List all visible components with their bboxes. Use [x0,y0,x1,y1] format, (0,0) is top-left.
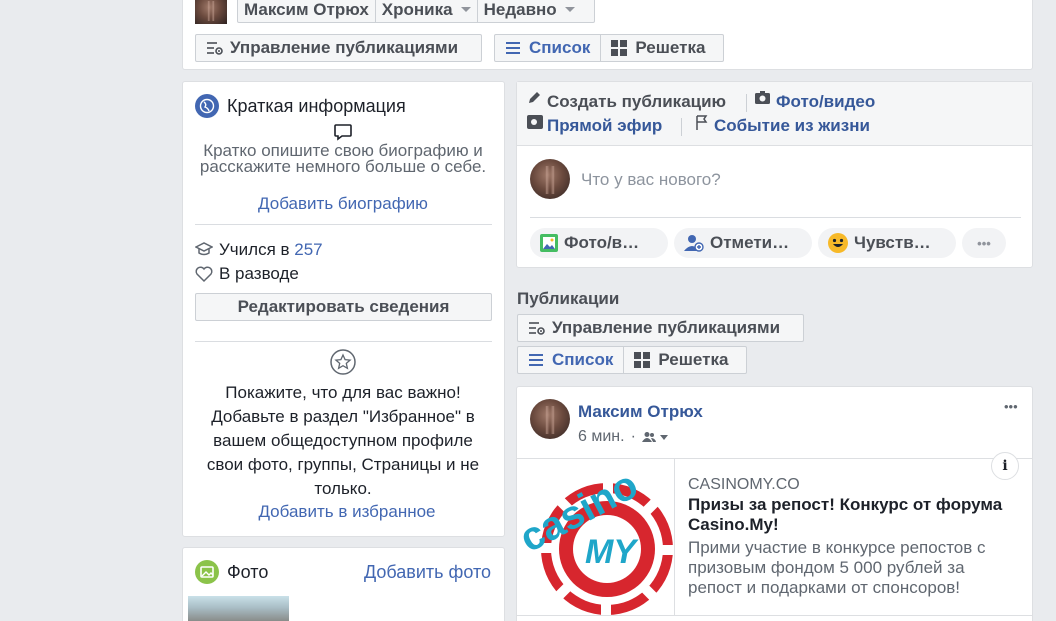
header-controls: Максим Отрюх Хроника Недавно [237,0,595,23]
photo-video-pill-label: Фото/в… [564,233,640,252]
grid-icon [634,352,651,368]
post-author-avatar[interactable] [530,399,570,439]
posts-heading: Публикации [517,289,620,308]
tag-friends-pill-label: Отмети… [710,233,790,252]
header-avatar[interactable] [195,0,227,24]
manage-posts-label: Управление публикациями [552,318,781,337]
more-icon: ••• [977,235,991,251]
flag-icon [695,115,709,130]
post-options-button[interactable]: ••• [1004,399,1018,414]
star-icon [330,349,356,375]
life-event-tab[interactable]: Событие из жизни [714,116,870,136]
photos-title: Фото [227,562,269,582]
intro-title: Краткая информация [227,96,406,116]
manage-settings-icon [528,320,546,336]
photo-video-tab[interactable]: Фото/видео [776,92,875,112]
timeline-dropdown[interactable]: Хроника [376,0,478,22]
grid-label: Решетка [635,38,706,57]
separator [746,94,747,112]
link-preview-image[interactable]: casino MY [517,459,675,615]
divider [530,217,1021,218]
add-featured-link[interactable]: Добавить в избранное [192,502,502,522]
education-row: Учился в 257 [219,240,323,260]
list-label: Список [529,38,591,57]
smiley-icon [828,233,848,253]
list-icon [505,41,521,55]
list-view-button[interactable]: Список [518,347,625,373]
grid-view-button[interactable]: Решетка [624,347,738,373]
create-post-tab[interactable]: Создать публикацию [547,92,726,112]
manage-posts-label: Управление публикациями [230,38,459,57]
info-icon: i [1002,458,1008,474]
pencil-icon [527,91,541,105]
edit-details-label: Редактировать сведения [237,297,450,316]
heart-icon [195,265,213,283]
chevron-down-icon [564,7,575,12]
add-photo-link[interactable]: Добавить фото [364,562,491,583]
view-toggle-top: Список Решетка [494,34,724,62]
photo-icon [195,560,219,584]
add-bio-link[interactable]: Добавить биографию [192,194,494,214]
photo-thumbnail[interactable] [188,596,289,621]
post-timestamp[interactable]: 6 мин. [578,428,625,446]
live-video-tab[interactable]: Прямой эфир [547,116,662,136]
globe-icon [195,94,219,118]
separator [681,118,682,136]
composer-input[interactable]: Что у вас нового? [581,170,721,190]
list-label: Список [552,350,614,369]
divider [195,224,492,225]
photo-icon [540,234,558,252]
divider [195,341,492,342]
edit-details-button[interactable]: Редактировать сведения [195,293,492,321]
speech-bubble-icon [333,122,353,142]
more-options-pill[interactable]: ••• [962,228,1006,258]
feeling-pill[interactable]: Чувств… [818,228,956,258]
composer-avatar[interactable] [530,159,570,199]
list-icon [528,353,544,367]
school-link[interactable]: 257 [294,240,322,259]
grid-label: Решетка [658,350,729,369]
manage-posts-button-top[interactable]: Управление публикациями [195,34,482,62]
education-prefix: Учился в [219,240,295,259]
photo-video-pill[interactable]: Фото/в… [530,228,668,258]
tag-friends-pill[interactable]: Отмети… [674,228,812,258]
profile-name-button[interactable]: Максим Отрюх [238,0,376,22]
post-author-name[interactable]: Максим Отрюх [578,402,703,422]
view-toggle: Список Решетка [517,346,747,374]
link-title[interactable]: Призы за репост! Конкурс от форума Casin… [688,495,1008,535]
feeling-pill-label: Чувств… [854,233,931,252]
graduation-cap-icon [195,240,213,258]
svg-text:MY: MY [585,533,639,571]
chevron-down-icon [460,7,471,12]
link-description: Прими участие в конкурсе репостов с приз… [688,538,986,597]
casino-logo-image: casino MY [517,463,674,615]
manage-settings-icon [206,40,224,56]
featured-text: Покажите, что для вас важно! Добавьте в … [206,383,480,498]
grid-icon [611,40,628,56]
manage-posts-button[interactable]: Управление публикациями [517,314,804,342]
audience-friends-icon[interactable] [641,431,668,443]
recent-label: Недавно [483,0,557,19]
meta-separator: · [630,428,636,445]
link-domain: CASINOMY.CO [688,476,800,493]
post-meta: 6 мин. · [578,428,668,446]
info-button[interactable]: i [991,452,1019,480]
video-camera-icon [527,115,543,129]
relationship-status: В разводе [219,264,299,283]
tag-person-icon [684,234,704,252]
grid-view-button[interactable]: Решетка [601,35,715,61]
list-view-button[interactable]: Список [495,35,602,61]
recent-dropdown[interactable]: Недавно [478,0,581,22]
timeline-label: Хроника [381,0,453,19]
bio-prompt: Кратко опишите свою биографию и расскажи… [199,141,487,176]
camera-icon [755,91,770,104]
chevron-down-icon [659,434,668,440]
